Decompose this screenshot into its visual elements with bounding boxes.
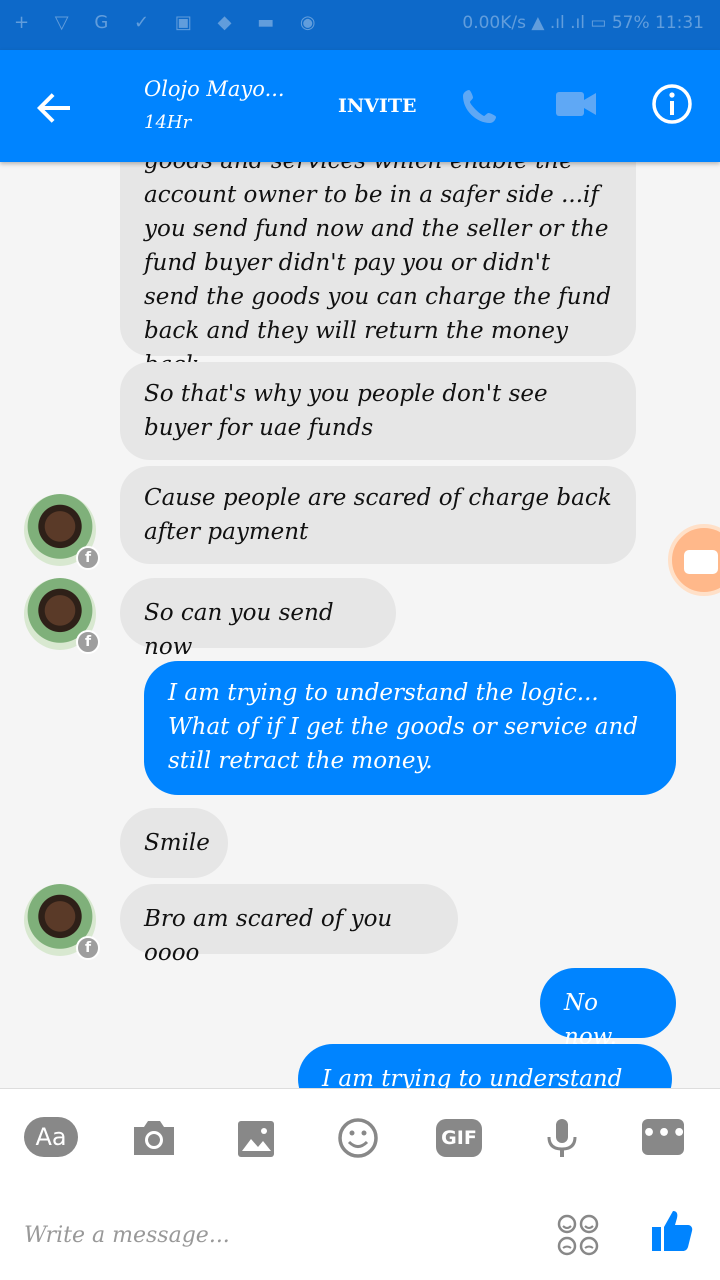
last-active-status: 14Hr — [144, 112, 192, 133]
status-bar: + ▽ G ✓ ▣ ◆ ▬ ◉ 0.00K/s ▲ .ıl .ıl ▭ 57% … — [0, 0, 720, 50]
contact-avatar[interactable]: f — [24, 884, 100, 960]
message-bubble-incoming[interactable]: Cause people are scared of charge back a… — [120, 466, 636, 564]
more-options-button[interactable]: ••• — [642, 1119, 686, 1155]
message-bubble-outgoing[interactable]: I am trying to understand you. — [298, 1044, 672, 1088]
message-bubble-incoming[interactable]: So that's why you people don't see buyer… — [120, 362, 636, 460]
message-bubble-incoming[interactable]: Smile — [120, 808, 228, 878]
emoji-icon[interactable] — [330, 1117, 386, 1159]
phone-call-icon[interactable] — [456, 82, 504, 130]
camera-icon[interactable] — [126, 1117, 182, 1159]
conversation-header: Olojo Mayo... 14Hr INVITE — [0, 50, 720, 162]
message-list[interactable]: goods and services which enable the acco… — [0, 162, 720, 1088]
gif-button[interactable]: GIF — [436, 1119, 482, 1157]
message-bubble-incoming[interactable]: So can you send now — [120, 578, 396, 660]
facebook-badge-icon: f — [76, 630, 100, 654]
message-input[interactable] — [24, 1211, 524, 1259]
facebook-badge-icon: f — [76, 936, 100, 960]
stickers-icon[interactable] — [556, 1213, 600, 1257]
message-bubble-incoming[interactable]: goods and services which enable the acco… — [120, 162, 636, 378]
back-arrow-icon[interactable] — [30, 84, 78, 132]
message-bubble-outgoing[interactable]: No now. — [540, 968, 676, 1050]
contact-name[interactable]: Olojo Mayo... — [144, 77, 285, 101]
microphone-icon[interactable] — [534, 1117, 590, 1159]
text-format-button[interactable]: Aa — [24, 1117, 78, 1157]
contact-avatar[interactable]: f — [24, 494, 100, 570]
info-icon[interactable] — [650, 82, 694, 126]
gallery-image-icon[interactable] — [228, 1117, 284, 1159]
message-bubble-incoming[interactable]: Bro am scared of you oooo — [120, 884, 458, 966]
thumbs-up-icon[interactable] — [648, 1207, 696, 1255]
notification-icons: + ▽ G ✓ ▣ ◆ ▬ ◉ — [14, 12, 326, 33]
message-bubble-outgoing[interactable]: I am trying to understand the logic... W… — [144, 661, 676, 795]
status-indicators: 0.00K/s ▲ .ıl .ıl ▭ 57% 11:31 — [462, 13, 704, 33]
video-camera-icon — [684, 550, 718, 574]
video-call-icon[interactable] — [552, 82, 600, 126]
message-composer: Aa GIF ••• — [0, 1088, 720, 1280]
facebook-badge-icon: f — [76, 546, 100, 570]
contact-avatar[interactable]: f — [24, 578, 100, 654]
invite-button[interactable]: INVITE — [338, 95, 417, 117]
